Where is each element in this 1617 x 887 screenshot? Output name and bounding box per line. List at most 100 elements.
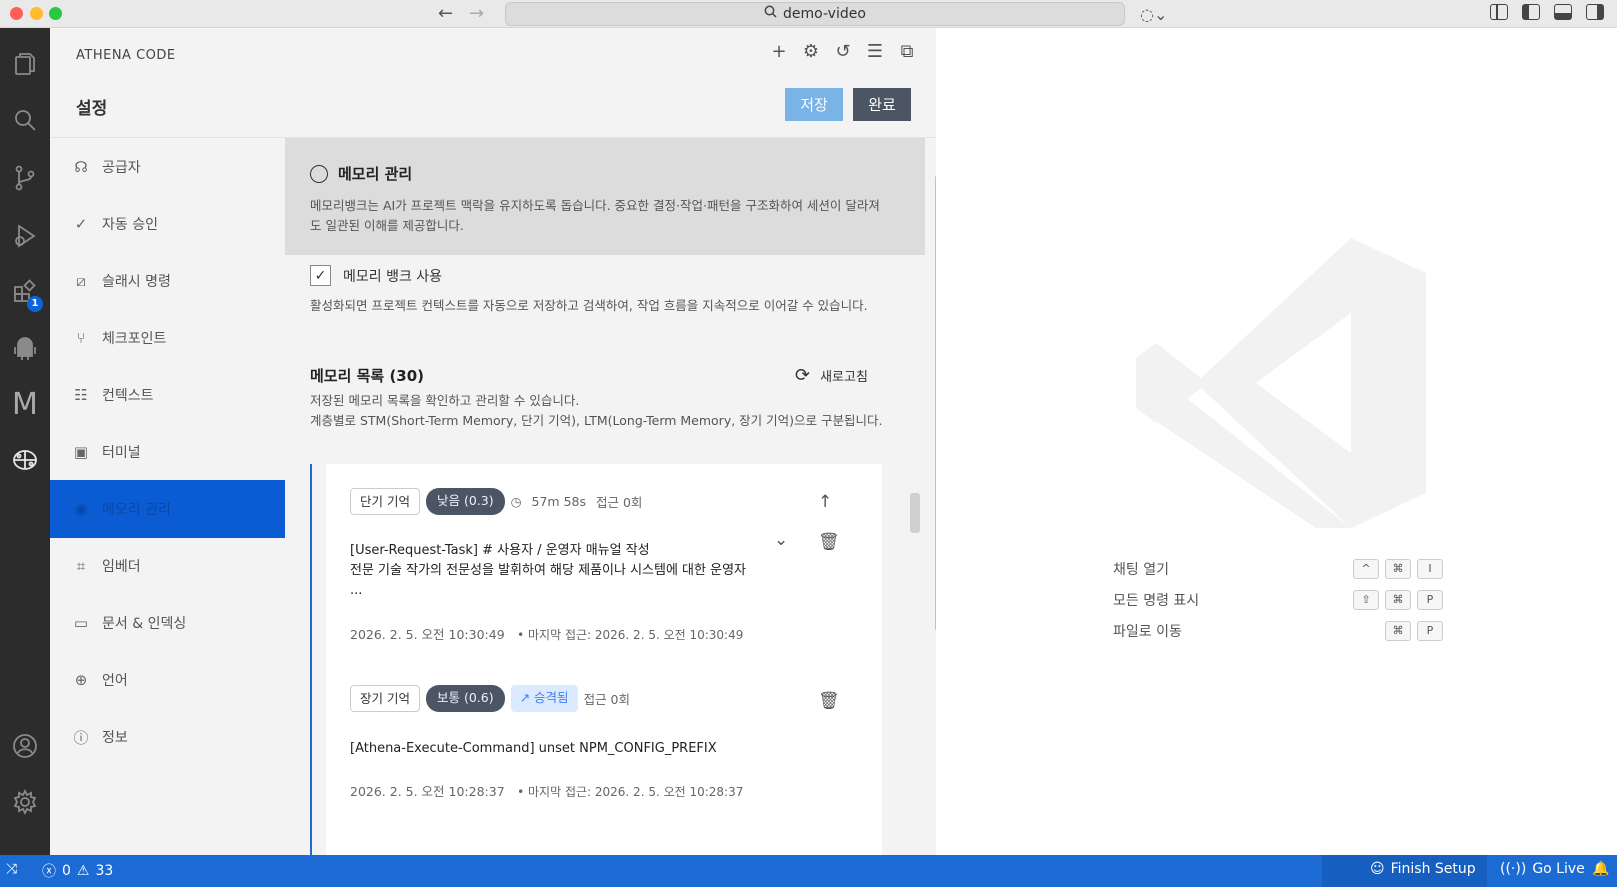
plus-icon[interactable]: + (770, 41, 788, 62)
expand-chevron-icon[interactable]: ⌄ (774, 530, 788, 550)
created-date: 2026. 2. 5. 오전 10:30:49 (350, 627, 505, 642)
created-date: 2026. 2. 5. 오전 10:28:37 (350, 784, 505, 799)
search-icon (764, 3, 777, 25)
memory-bank-description: 활성화되면 프로젝트 컨텍스트를 자동으로 저장하고 검색하여, 작업 흐름을 … (310, 298, 868, 313)
memory-settings-content: 메모리 관리 메모리뱅크는 AI가 프로젝트 맥락을 유지하도록 돕습니다. 중… (285, 138, 925, 855)
shortcut-label: 파일로 이동 (1113, 623, 1182, 640)
account-icon[interactable] (0, 726, 50, 766)
refresh-icon: ⟳ (795, 365, 811, 386)
nav-item-checkpoint[interactable]: ⑂ 체크포인트 (50, 309, 285, 367)
nav-item-docs-indexing[interactable]: ▭ 문서 & 인덱싱 (50, 594, 285, 652)
promote-arrow-up-icon[interactable]: ↑ (818, 492, 832, 512)
popout-icon[interactable]: ⧉ (898, 41, 916, 62)
nav-item-label: 메모리 관리 (102, 502, 171, 518)
nav-item-terminal[interactable]: ▣ 터미널 (50, 423, 285, 481)
history-icon[interactable]: ↺ (834, 41, 852, 62)
notifications-bell-icon[interactable]: 🔔 (1592, 861, 1609, 877)
source-control-icon[interactable] (0, 158, 50, 198)
delete-trash-icon[interactable]: 🗑 (818, 532, 840, 552)
nav-item-language[interactable]: ⊕ 언어 (50, 651, 285, 709)
nav-item-info[interactable]: ⓘ 정보 (50, 708, 285, 766)
save-button[interactable]: 저장 (785, 88, 843, 121)
memory-bank-checkbox[interactable]: ✓ (310, 265, 331, 286)
run-debug-icon[interactable] (0, 216, 50, 256)
terminal-icon: ▣ (73, 443, 89, 461)
key-cap: ⌘ (1385, 589, 1411, 610)
clock-icon: ◷ (510, 494, 522, 509)
gear-icon[interactable]: ⚙ (802, 41, 820, 62)
shortcut-hints: 채팅 열기 ^ ⌘ I 모든 명령 표시 ⇧ ⌘ P 파일로 이동 ⌘ P (1113, 553, 1443, 646)
shortcut-label: 모든 명령 표시 (1113, 592, 1200, 609)
nav-item-embedder[interactable]: ⌗ 임베더 (50, 537, 285, 595)
memory-ellipsis: ... (350, 583, 363, 598)
toggle-primary-sidebar-icon[interactable] (1522, 4, 1540, 20)
shortcut-label: 채팅 열기 (1113, 561, 1169, 578)
nav-item-label: 정보 (102, 730, 128, 746)
customize-layout-icon[interactable] (1490, 4, 1508, 20)
close-window-button[interactable] (10, 7, 23, 20)
memory-list-description: 저장된 메모리 목록을 확인하고 관리할 수 있습니다. 계층별로 STM(Sh… (310, 391, 890, 431)
book-icon: ▭ (73, 614, 89, 632)
brain-icon[interactable] (0, 440, 50, 480)
warning-count: 33 (95, 863, 114, 879)
maximize-window-button[interactable] (49, 7, 62, 20)
problems-indicator[interactable]: ⓧ 0 ⚠ 33 (42, 861, 113, 881)
access-count: 접근 0회 (596, 495, 643, 510)
nav-item-auto-approve[interactable]: ✓ 자동 승인 (50, 195, 285, 253)
window-titlebar: ← → demo-video ◌⌄ (0, 0, 1617, 28)
finish-setup-button[interactable]: ☺ Finish Setup (1370, 861, 1476, 877)
check-all-icon: ✓ (74, 215, 88, 233)
error-icon: ⓧ (42, 864, 56, 880)
brain-icon (310, 164, 328, 183)
explorer-icon[interactable] (0, 44, 50, 84)
panel-header: ATHENA CODE + ⚙ ↺ ☰ ⧉ 설정 저장 완료 (50, 28, 936, 138)
memory-list-title: 메모리 목록 (30) (310, 367, 425, 385)
toggle-panel-icon[interactable] (1554, 4, 1572, 20)
copilot-chat-icon[interactable]: ◌⌄ (1140, 5, 1167, 24)
delete-trash-icon[interactable]: 🗑 (818, 691, 840, 711)
nav-item-label: 임베더 (102, 559, 141, 575)
search-icon[interactable] (0, 100, 50, 140)
warning-icon: ⚠ (76, 863, 90, 879)
section-banner: 메모리 관리 메모리뱅크는 AI가 프로젝트 맥락을 유지하도록 돕습니다. 중… (285, 138, 925, 255)
list-scrollbar[interactable] (910, 493, 920, 533)
cpu-icon: ⌗ (76, 557, 86, 575)
nav-item-label: 체크포인트 (102, 331, 167, 347)
list-desc-line-2: 계층별로 STM(Short-Term Memory, 단기 기억), LTM(… (310, 413, 883, 428)
toggle-secondary-sidebar-icon[interactable] (1586, 4, 1604, 20)
go-live-button[interactable]: ((·)) Go Live (1500, 861, 1585, 877)
database-icon: ☷ (74, 386, 88, 404)
broadcast-icon: ((·)) (1500, 861, 1527, 877)
key-cap: ⌘ (1385, 558, 1411, 579)
nav-item-slash-commands[interactable]: ⧄ 슬래시 명령 (50, 252, 285, 310)
copilot-icon: ☺ (1370, 861, 1385, 877)
search-text: demo-video (783, 6, 866, 22)
manage-gear-icon[interactable] (0, 782, 50, 822)
extensions-icon[interactable]: 1 (0, 272, 50, 312)
activity-bar: 1 M (0, 28, 50, 855)
back-arrow-icon[interactable]: ← (438, 3, 453, 24)
android-icon[interactable] (0, 328, 50, 368)
webhook-icon: ☊ (74, 158, 88, 176)
list-icon[interactable]: ☰ (866, 41, 884, 62)
markdown-m-icon[interactable]: M (0, 384, 50, 424)
command-center-search[interactable]: demo-video (505, 2, 1125, 26)
nav-item-label: 문서 & 인덱싱 (102, 616, 187, 632)
refresh-button[interactable]: ⟳ 새로고침 (795, 365, 868, 386)
done-button[interactable]: 완료 (853, 88, 911, 121)
priority-badge: 보통 (0.6) (425, 685, 505, 712)
nav-item-provider[interactable]: ☊ 공급자 (50, 138, 285, 196)
last-access-date: • 마지막 접근: 2026. 2. 5. 오전 10:30:49 (517, 628, 744, 642)
nav-item-label: 언어 (102, 673, 128, 689)
forward-arrow-icon[interactable]: → (469, 3, 484, 24)
finish-setup-label: Finish Setup (1390, 861, 1476, 877)
memory-title: [User-Request-Task] # 사용자 / 운영자 매뉴얼 작성 (350, 543, 650, 558)
nav-item-memory[interactable]: ◉ 메모리 관리 (50, 480, 285, 538)
brain-icon: ◉ (74, 500, 88, 518)
nav-item-context[interactable]: ☷ 컨텍스트 (50, 366, 285, 424)
remote-icon[interactable]: ⤨ (6, 861, 17, 877)
minimize-window-button[interactable] (30, 7, 43, 20)
memory-preview: 전문 기술 작가의 전문성을 발휘하여 해당 제품이나 시스템에 대한 운영자 (350, 563, 746, 578)
status-bar: ⤨ ⓧ0 ⚠33 ⊕ ☺Finish Setup ((·))Go Live 🔔 (0, 855, 1617, 887)
memory-bank-label: 메모리 뱅크 사용 (343, 268, 443, 285)
